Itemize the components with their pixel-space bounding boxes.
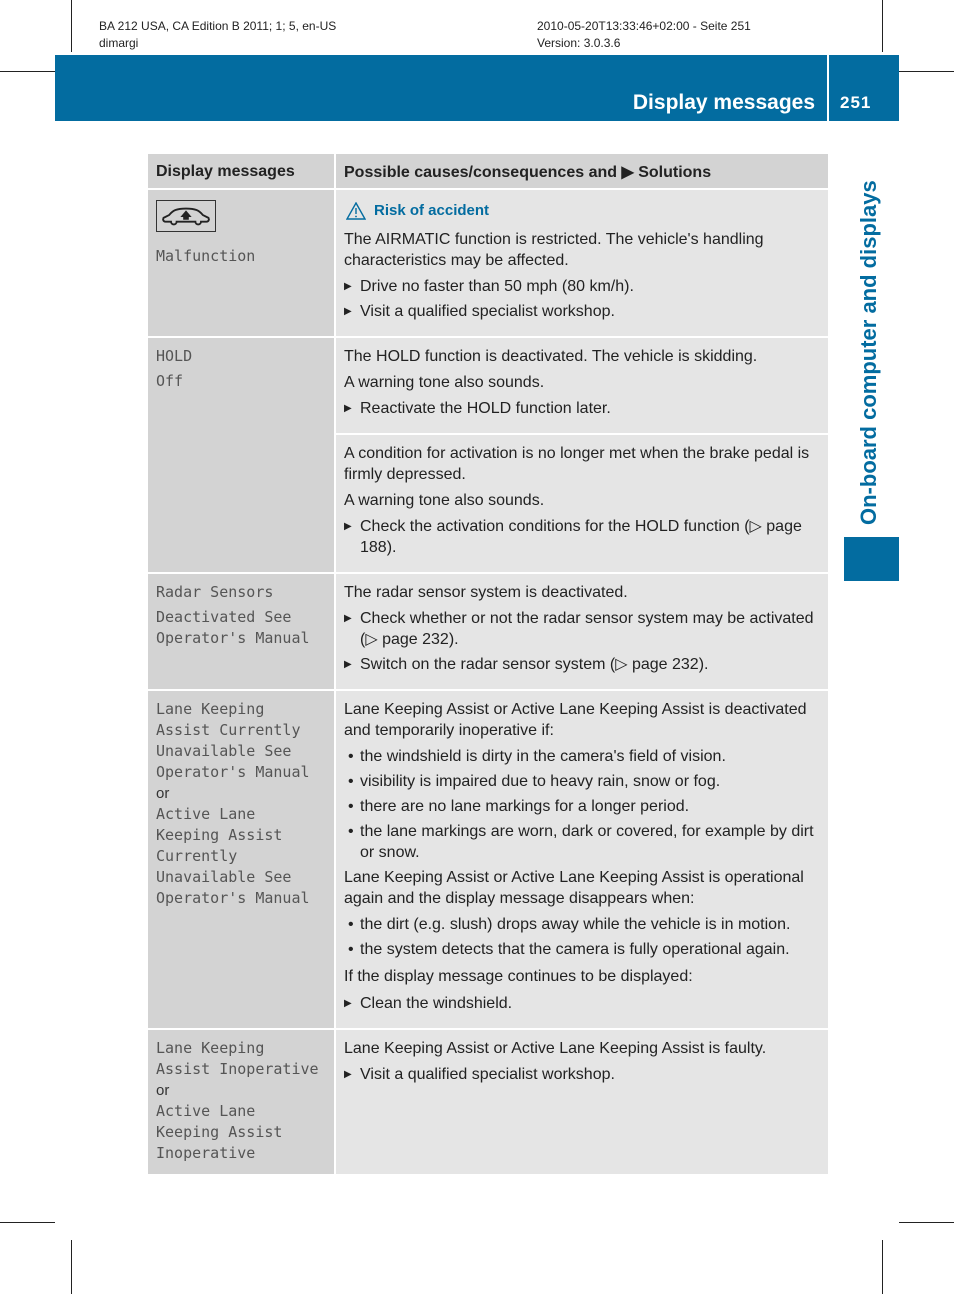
message-line: Keeping Assist	[156, 826, 283, 844]
message-line: Operator's Manual	[156, 763, 310, 781]
solution-step: Visit a qualified specialist workshop.	[344, 301, 820, 322]
message-cell: HOLD Off	[148, 336, 336, 573]
message-line: Lane Keeping	[156, 700, 265, 718]
message-line: Inoperative	[156, 1144, 256, 1162]
solution-cell: Lane Keeping Assist or Active Lane Keepi…	[335, 1028, 828, 1174]
description: The HOLD function is deactivated. The ve…	[344, 348, 758, 365]
banner-divider	[827, 55, 829, 121]
warning-label: Risk of accident	[374, 202, 490, 219]
bullet-text: the lane markings are worn, dark or cove…	[360, 823, 814, 861]
bullet-text: visibility is impaired due to heavy rain…	[360, 773, 721, 790]
message-line: Assist Inoperative	[156, 1060, 319, 1078]
description: The radar sensor system is deactivated.	[344, 584, 628, 601]
message-line: Operator's Manual	[156, 889, 310, 907]
section-banner: Display messages 251	[55, 55, 899, 121]
message-cell: Malfunction	[148, 189, 336, 337]
warning-heading: Risk of accident	[346, 200, 820, 221]
side-tab-marker	[844, 537, 899, 581]
message-line: Unavailable See	[156, 742, 292, 760]
bullet-text: the system detects that the camera is fu…	[360, 941, 790, 958]
meta-left: BA 212 USA, CA Edition B 2011; 1; 5, en-…	[99, 18, 336, 52]
message-line: HOLD	[156, 347, 193, 365]
message-line: Assist Currently	[156, 721, 301, 739]
side-tab-title: On-board computer and displays	[856, 180, 881, 525]
message-line: Operator's Manual	[156, 629, 310, 647]
display-messages-table: Display messages Possible causes/consequ…	[148, 154, 828, 1174]
message-line: Currently	[156, 847, 238, 865]
crop-mark	[899, 71, 954, 72]
description: A condition for activation is no longer …	[344, 445, 810, 483]
solution-cell: The HOLD function is deactivated. The ve…	[335, 336, 828, 434]
table-row: Radar Sensors Deactivated See Operator's…	[148, 572, 828, 690]
solution-step: Visit a qualified specialist workshop.	[344, 1064, 820, 1085]
table-row: Malfunction Risk of accident The AIRMATI…	[148, 189, 828, 337]
description: The AIRMATIC function is restricted. The…	[344, 231, 764, 269]
bullet-item: • there are no lane markings for a longer…	[348, 798, 690, 815]
meta-timestamp: 2010-05-20T13:33:46+02:00 - Seite 251	[537, 19, 751, 33]
bullet-item: • the windshield is dirty in the camera's…	[348, 748, 726, 765]
table-row: Lane Keeping Assist Currently Unavailabl…	[148, 689, 828, 1029]
header-causes-solutions: Possible causes/consequences and ▶ Solut…	[335, 154, 828, 190]
message-line: Unavailable See	[156, 868, 292, 886]
crop-mark	[0, 71, 55, 72]
crop-mark	[882, 1240, 883, 1294]
or-separator: or	[156, 785, 170, 802]
warning-triangle-icon	[346, 201, 366, 220]
table-row: Lane Keeping Assist Inoperative or Activ…	[148, 1028, 828, 1174]
solution-step: Clean the windshield.	[344, 993, 820, 1014]
or-separator: or	[156, 1082, 170, 1099]
description: A warning tone also sounds.	[344, 492, 545, 509]
car-airmatic-icon	[156, 200, 216, 232]
bullet-text: the dirt (e.g. slush) drops away while t…	[360, 916, 791, 933]
description: Lane Keeping Assist or Active Lane Keepi…	[344, 1040, 767, 1057]
crop-mark	[0, 1222, 55, 1223]
solution-step: Check the activation conditions for the …	[344, 516, 820, 558]
crop-mark	[882, 0, 883, 52]
message-cell: Lane Keeping Assist Inoperative or Activ…	[148, 1028, 336, 1174]
message-line: Active Lane	[156, 805, 256, 823]
message-line: Keeping Assist	[156, 1123, 283, 1141]
message-line: Deactivated See	[156, 608, 292, 626]
bullet-text: the windshield is dirty in the camera's …	[360, 748, 726, 765]
solution-cell: The radar sensor system is deactivated. …	[335, 572, 828, 690]
crop-mark	[71, 0, 72, 52]
table-header: Display messages Possible causes/consequ…	[148, 154, 828, 190]
solution-step: Check whether or not the radar sensor sy…	[344, 608, 820, 650]
solution-cell: A condition for activation is no longer …	[335, 433, 828, 573]
description: If the display message continues to be d…	[344, 968, 693, 985]
bullet-item: • the lane markings are worn, dark or cov…	[348, 823, 814, 861]
meta-version: Version: 3.0.3.6	[537, 36, 621, 50]
bullet-item: • visibility is impaired due to heavy rai…	[348, 773, 721, 790]
message-cell: Radar Sensors Deactivated See Operator's…	[148, 572, 336, 690]
solution-step: Drive no faster than 50 mph (80 km/h).	[344, 276, 820, 297]
message-line: Malfunction	[156, 247, 256, 265]
bullet-item: • the system detects that the camera is f…	[348, 941, 790, 958]
meta-author: dimargi	[99, 36, 139, 50]
bullet-text: there are no lane markings for a longer …	[360, 798, 690, 815]
solution-cell: Lane Keeping Assist or Active Lane Keepi…	[335, 689, 828, 1029]
crop-mark	[71, 1240, 72, 1294]
page-number: 251	[840, 93, 872, 112]
description: A warning tone also sounds.	[344, 374, 545, 391]
description: Lane Keeping Assist or Active Lane Keepi…	[344, 701, 807, 739]
header-display-messages: Display messages	[148, 154, 336, 190]
section-title: Display messages	[632, 91, 815, 114]
meta-edition: BA 212 USA, CA Edition B 2011; 1; 5, en-…	[99, 19, 337, 33]
message-line: Radar Sensors	[156, 583, 274, 601]
solution-step: Reactivate the HOLD function later.	[344, 398, 820, 419]
solution-step: Switch on the radar sensor system (▷ pag…	[344, 654, 820, 675]
table-row: HOLD Off The HOLD function is deactivate…	[148, 336, 828, 573]
message-line: Off	[156, 372, 184, 390]
solution-cell: Risk of accident The AIRMATIC function i…	[335, 189, 828, 337]
description: Lane Keeping Assist or Active Lane Keepi…	[344, 869, 804, 907]
message-cell: Lane Keeping Assist Currently Unavailabl…	[148, 689, 336, 1029]
bullet-item: • the dirt (e.g. slush) drops away while …	[348, 916, 791, 933]
message-line: Active Lane	[156, 1102, 256, 1120]
crop-mark	[899, 1222, 954, 1223]
message-line: Lane Keeping	[156, 1039, 265, 1057]
meta-right: 2010-05-20T13:33:46+02:00 - Seite 251 Ve…	[537, 18, 751, 52]
